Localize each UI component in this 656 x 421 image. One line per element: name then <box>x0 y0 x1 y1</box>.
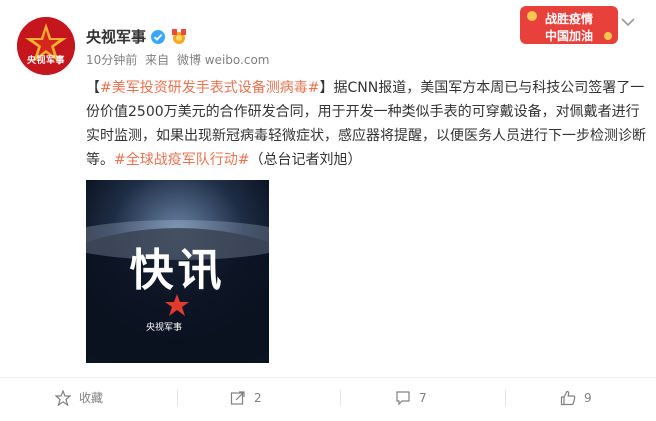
post-image[interactable]: 快讯 央视军事 <box>86 180 269 363</box>
topic-link-2[interactable]: #全球战疫军队行动# <box>114 152 249 168</box>
comment-icon <box>396 391 410 406</box>
campaign-badge[interactable]: 战胜疫情 中国加油 <box>520 6 618 44</box>
star-outline-icon <box>55 390 71 406</box>
post-body: 【#美军投资研发手表式设备测病毒#】据CNN报道，美国军方本周已与科技公司签署了… <box>86 76 646 172</box>
topic-link-1[interactable]: #美军投资研发手表式设备测病毒# <box>100 80 319 96</box>
avatar-star-icon <box>17 17 75 75</box>
post-source[interactable]: 微博 weibo.com <box>177 53 270 67</box>
avatar[interactable]: 央视军事 <box>17 17 75 75</box>
action-separator <box>177 390 178 406</box>
chevron-down-icon[interactable] <box>621 17 635 27</box>
weibo-post-card: 央视军事 央视军事 10分钟前 来自 微博 weibo.com 战胜疫情 中国加… <box>0 0 656 421</box>
like-button[interactable]: 9 <box>560 384 640 412</box>
action-separator <box>340 390 341 406</box>
divider <box>0 377 656 378</box>
comment-count: 7 <box>419 391 427 405</box>
favorite-label: 收藏 <box>79 391 104 405</box>
repost-count: 2 <box>254 391 262 405</box>
bracket-close: 】 <box>319 80 334 96</box>
campaign-line1: 战胜疫情 <box>544 12 593 26</box>
image-title: 快讯 <box>129 245 226 296</box>
repost-icon <box>230 391 245 405</box>
image-caption: 央视军事 <box>146 323 183 333</box>
post-time[interactable]: 10分钟前 <box>86 53 137 67</box>
action-separator <box>505 390 506 406</box>
post-meta: 10分钟前 来自 微博 weibo.com <box>86 52 274 68</box>
source-prefix: 来自 <box>145 53 170 67</box>
medal-icon <box>172 29 186 44</box>
campaign-line2: 中国加油 <box>544 29 593 43</box>
thumbs-up-icon <box>560 390 576 406</box>
comment-button[interactable]: 7 <box>395 384 495 412</box>
verified-badge-icon <box>151 30 165 44</box>
bracket-open: 【 <box>86 80 100 96</box>
post-suffix: （总台记者刘旭） <box>249 152 362 168</box>
repost-button[interactable]: 2 <box>230 384 330 412</box>
avatar-label: 央视军事 <box>26 56 65 66</box>
favorite-button[interactable]: 收藏 <box>55 384 155 412</box>
like-count: 9 <box>584 391 592 405</box>
author-name[interactable]: 央视军事 <box>86 27 146 47</box>
star-icon <box>165 294 189 316</box>
